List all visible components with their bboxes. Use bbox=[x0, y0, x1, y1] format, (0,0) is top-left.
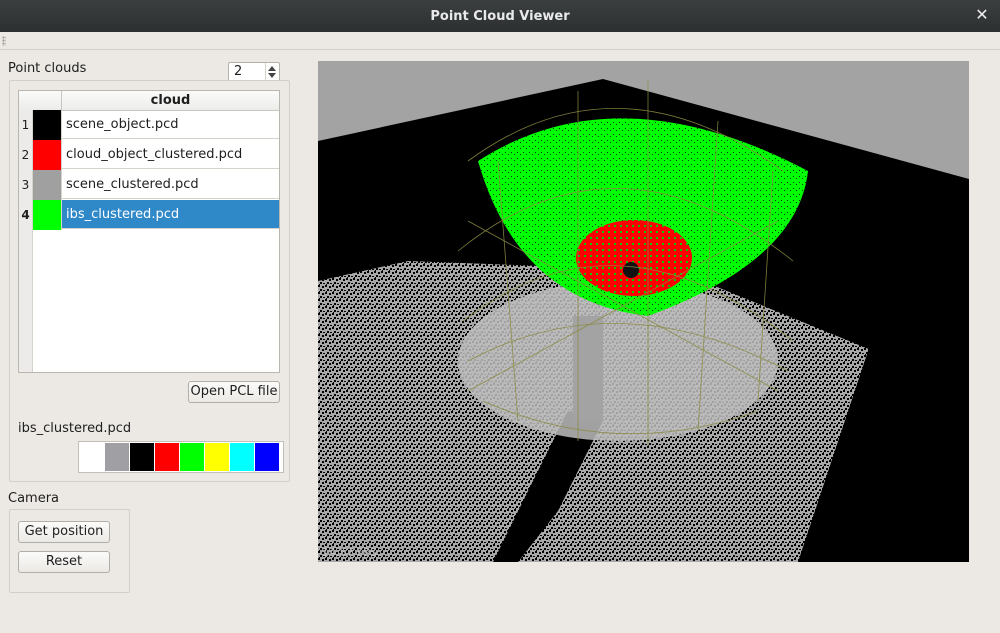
row-number[interactable]: 4 bbox=[19, 200, 33, 230]
table-row[interactable]: 1 scene_object.pcd bbox=[19, 110, 279, 140]
fps-readout: 14.57 FPS bbox=[322, 546, 377, 559]
row-file-name[interactable]: scene_clustered.pcd bbox=[62, 170, 279, 199]
row-file-name[interactable]: ibs_clustered.pcd bbox=[62, 200, 279, 229]
scene-render bbox=[318, 61, 969, 562]
spin-up-icon[interactable] bbox=[268, 66, 276, 71]
column-header-cloud[interactable]: cloud bbox=[62, 91, 279, 110]
table-row[interactable]: 2 cloud_object_clustered.pcd bbox=[19, 140, 279, 170]
palette-swatch[interactable] bbox=[105, 443, 129, 471]
table-row[interactable]: 3 scene_clustered.pcd bbox=[19, 170, 279, 200]
palette-swatch[interactable] bbox=[180, 443, 204, 471]
spinbox-value: 2 bbox=[234, 64, 243, 79]
row-color-swatch[interactable] bbox=[33, 170, 62, 200]
row-file-name[interactable]: cloud_object_clustered.pcd bbox=[62, 140, 279, 169]
palette-swatch[interactable] bbox=[130, 443, 154, 471]
toolbar-strip bbox=[0, 32, 1000, 50]
table-header: cloud bbox=[19, 91, 279, 111]
cloud-count-spinbox[interactable]: 2 bbox=[228, 62, 280, 82]
row-color-swatch[interactable] bbox=[33, 140, 62, 170]
color-palette bbox=[78, 441, 284, 473]
palette-swatch[interactable] bbox=[205, 443, 229, 471]
row-number[interactable]: 1 bbox=[19, 110, 33, 140]
table-corner bbox=[19, 91, 62, 110]
point-clouds-label: Point clouds bbox=[8, 61, 87, 76]
toolbar-grip-icon[interactable] bbox=[2, 36, 6, 46]
open-pcl-file-button[interactable]: Open PCL file bbox=[188, 381, 280, 403]
row-color-swatch[interactable] bbox=[33, 110, 62, 140]
selected-file-label: ibs_clustered.pcd bbox=[18, 421, 132, 436]
table-row[interactable]: 4 ibs_clustered.pcd bbox=[19, 200, 279, 230]
row-number[interactable]: 3 bbox=[19, 170, 33, 200]
point-cloud-viewport[interactable]: 14.57 FPS bbox=[318, 61, 969, 562]
close-icon[interactable]: ✕ bbox=[974, 7, 990, 23]
palette-swatch[interactable] bbox=[230, 443, 254, 471]
title-bar: Point Cloud Viewer ✕ bbox=[0, 0, 1000, 32]
window-title: Point Cloud Viewer bbox=[430, 8, 570, 24]
palette-swatch[interactable] bbox=[155, 443, 179, 471]
get-position-button[interactable]: Get position bbox=[18, 521, 110, 543]
palette-swatch[interactable] bbox=[255, 443, 279, 471]
spin-down-icon[interactable] bbox=[268, 73, 276, 78]
reset-button[interactable]: Reset bbox=[18, 551, 110, 573]
row-color-swatch[interactable] bbox=[33, 200, 62, 230]
row-file-name[interactable]: scene_object.pcd bbox=[62, 110, 279, 139]
row-number[interactable]: 2 bbox=[19, 140, 33, 170]
spinbox-arrows[interactable] bbox=[265, 63, 279, 81]
cloud-table[interactable]: cloud 1 scene_object.pcd 2 cloud_object_clu… bbox=[18, 90, 280, 373]
camera-label: Camera bbox=[8, 491, 60, 506]
palette-swatch[interactable] bbox=[80, 443, 104, 471]
